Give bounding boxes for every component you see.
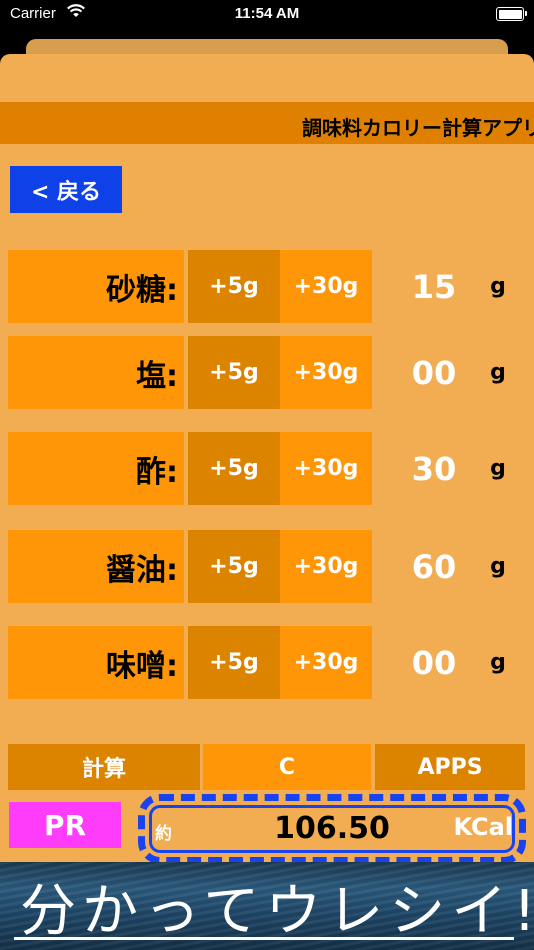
sugar-plus5-button[interactable]: +5g [188,250,280,323]
soy-sauce-value: 60 [411,547,457,586]
battery-icon [496,7,527,21]
pr-button[interactable]: PR [9,802,121,848]
soy-sauce-plus30-button[interactable]: +30g [280,530,372,603]
miso-unit: g [490,650,506,675]
calorie-unit: KCal [453,813,513,841]
vinegar-plus5-button[interactable]: +5g [188,432,280,505]
banner-text: 分かってウレシイ! [20,879,534,944]
sugar-unit: g [490,274,506,299]
status-bar: Carrier 11:54 AM [0,0,534,30]
ingredient-label-miso: 味噌: [8,626,184,699]
miso-plus5-button[interactable]: +5g [188,626,280,699]
ingredient-label-sugar: 砂糖: [8,250,184,323]
vinegar-unit: g [490,456,506,481]
soy-sauce-unit: g [490,554,506,579]
clear-button[interactable]: C [203,744,371,790]
app-header: 調味料カロリー計算アプリ [0,102,534,144]
ad-banner[interactable]: 分かってウレシイ! [0,862,534,950]
soy-sauce-plus5-button[interactable]: +5g [188,530,280,603]
calculate-button[interactable]: 計算 [8,744,200,790]
app-title: 調味料カロリー計算アプリ [302,116,534,140]
clock: 11:54 AM [234,5,300,22]
ingredient-label-salt: 塩: [8,336,184,409]
ingredient-label-vinegar: 酢: [8,432,184,505]
sugar-value: 15 [411,267,457,306]
miso-plus30-button[interactable]: +30g [280,626,372,699]
vinegar-plus30-button[interactable]: +30g [280,432,372,505]
vinegar-value: 30 [411,449,457,488]
ingredient-label-soy-sauce: 醤油: [8,530,184,603]
miso-value: 00 [411,643,457,682]
banner-underline [14,937,514,940]
apps-button[interactable]: APPS [375,744,525,790]
calorie-result-box: 約 106.50 KCal [138,794,526,864]
salt-plus5-button[interactable]: +5g [188,336,280,409]
salt-unit: g [490,360,506,385]
salt-value: 00 [411,353,457,392]
salt-plus30-button[interactable]: +30g [280,336,372,409]
back-button[interactable]: < 戻る [10,166,122,213]
sugar-plus30-button[interactable]: +30g [280,250,372,323]
